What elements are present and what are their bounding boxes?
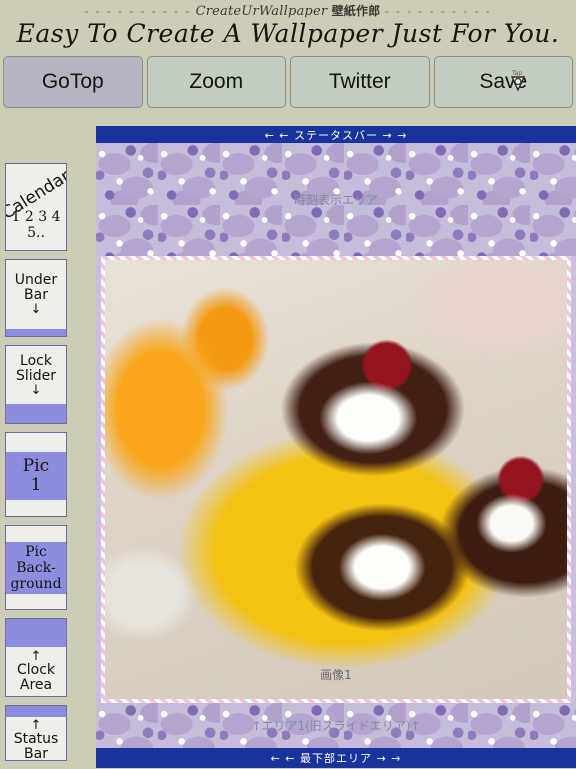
gotop-button[interactable]: GoTop: [3, 56, 143, 108]
sidebar-item-pic-1-label-1: Pic: [22, 456, 50, 476]
left-sidebar: Calendar 1 2 3 4 5.. Under Bar ↓ Lock Sl…: [5, 163, 67, 769]
preview-clock-area[interactable]: 時刻表示エリア: [96, 143, 576, 256]
sidebar-item-under-bar-label-2: Bar: [24, 287, 48, 303]
wallpaper-preview[interactable]: ← ← ステータスバー → → 時刻表示エリア 画像1 ↑エリア1(旧スライドエ…: [96, 126, 576, 768]
sidebar-item-under-bar-label-1: Under: [14, 272, 58, 288]
calendar-inner: Calendar 1 2 3 4 5..: [6, 164, 66, 250]
preview-slide-area-label: ↑エリア1(旧スライドエリア)↑: [251, 719, 421, 733]
save-button-label: Save: [479, 70, 528, 93]
preview-photo-image: [105, 260, 567, 699]
pic-1-top-spacer: [6, 433, 66, 452]
sidebar-item-lock-slider[interactable]: Lock Slider ↓: [5, 345, 67, 424]
pic-background-body: Pic Back- ground: [6, 542, 66, 594]
sidebar-item-pic-background-label-1: Pic: [25, 544, 47, 560]
sidebar-item-status-bar[interactable]: ↑ Status Bar: [5, 705, 67, 761]
clock-area-accent-band: [6, 619, 66, 647]
sidebar-item-pic-1-label-2: 1: [30, 475, 42, 495]
pic-1-bottom-spacer: [6, 500, 66, 516]
preview-slide-area[interactable]: ↑エリア1(旧スライドエリア)↑: [96, 703, 576, 748]
status-bar-body: ↑ Status Bar: [6, 717, 66, 761]
preview-bottom-bar-label: ← ← 最下部エリア → →: [270, 752, 402, 765]
pic-1-body: Pic 1: [6, 452, 66, 500]
under-bar-body: Under Bar ↓: [6, 260, 66, 329]
gotop-button-label: GoTop: [41, 70, 104, 93]
twitter-button[interactable]: Twitter: [290, 56, 430, 108]
sidebar-item-under-bar[interactable]: Under Bar ↓: [5, 259, 67, 337]
brand-name-en: CreateUrWallpaper: [195, 4, 328, 19]
sidebar-item-calendar-sublabel: 1 2 3 4 5..: [11, 209, 61, 241]
lock-slider-accent-band: [6, 404, 66, 423]
sidebar-item-calendar[interactable]: Calendar 1 2 3 4 5..: [5, 163, 67, 251]
sidebar-item-pic-background[interactable]: Pic Back- ground: [5, 525, 67, 610]
preview-status-bar-label: ← ← ステータスバー → →: [264, 128, 408, 142]
down-arrow-icon: ↓: [30, 302, 42, 317]
preview-photo-frame[interactable]: 画像1: [101, 256, 571, 703]
sidebar-item-clock-area-label-1: Clock: [16, 662, 56, 678]
lock-slider-body: Lock Slider ↓: [6, 346, 66, 404]
sidebar-item-status-bar-label-1: Status: [13, 731, 59, 747]
preview-bottom-bar[interactable]: ← ← 最下部エリア → →: [96, 748, 576, 768]
preview-status-bar[interactable]: ← ← ステータスバー → →: [96, 126, 576, 143]
sidebar-item-pic-1[interactable]: Pic 1: [5, 432, 67, 517]
brand-dash-left: - - - - - - - - - -: [84, 5, 192, 18]
brand-line: - - - - - - - - - - CreateUrWallpaper 壁紙…: [0, 0, 576, 19]
sidebar-item-status-bar-label-2: Bar: [24, 746, 48, 761]
app-tagline: Easy To Create A Wallpaper Just For You.: [16, 19, 560, 48]
twitter-button-label: Twitter: [328, 70, 391, 93]
save-button[interactable]: Save Tap: [433, 56, 573, 108]
zoom-button[interactable]: Zoom: [146, 56, 286, 108]
preview-clock-area-label: 時刻表示エリア: [293, 193, 378, 207]
sidebar-item-pic-background-label-3: ground: [10, 576, 62, 592]
sidebar-item-lock-slider-label-1: Lock: [20, 352, 52, 369]
brand-name-jp: 壁紙作郎: [331, 4, 381, 18]
brand-dash-right: - - - - - - - - - -: [384, 5, 492, 18]
sidebar-item-clock-area[interactable]: ↑ Clock Area: [5, 618, 67, 697]
app-header: - - - - - - - - - - CreateUrWallpaper 壁紙…: [0, 0, 576, 52]
sidebar-item-pic-background-label-2: Back-: [16, 560, 56, 576]
clock-area-body: ↑ Clock Area: [6, 647, 66, 696]
status-bar-accent-band: [6, 706, 66, 717]
preview-photo-caption: 画像1: [320, 668, 352, 682]
pic-background-bottom-spacer: [6, 594, 66, 609]
down-arrow-icon: ↓: [30, 382, 42, 398]
sidebar-item-clock-area-label-2: Area: [19, 677, 53, 693]
sidebar-item-lock-slider-label-2: Slider: [16, 367, 56, 384]
pic-background-top-spacer: [6, 526, 66, 542]
under-bar-accent-band: [6, 329, 66, 336]
zoom-button-label: Zoom: [189, 70, 244, 93]
main-toolbar: GoTop Zoom Twitter Save Tap: [0, 56, 576, 108]
